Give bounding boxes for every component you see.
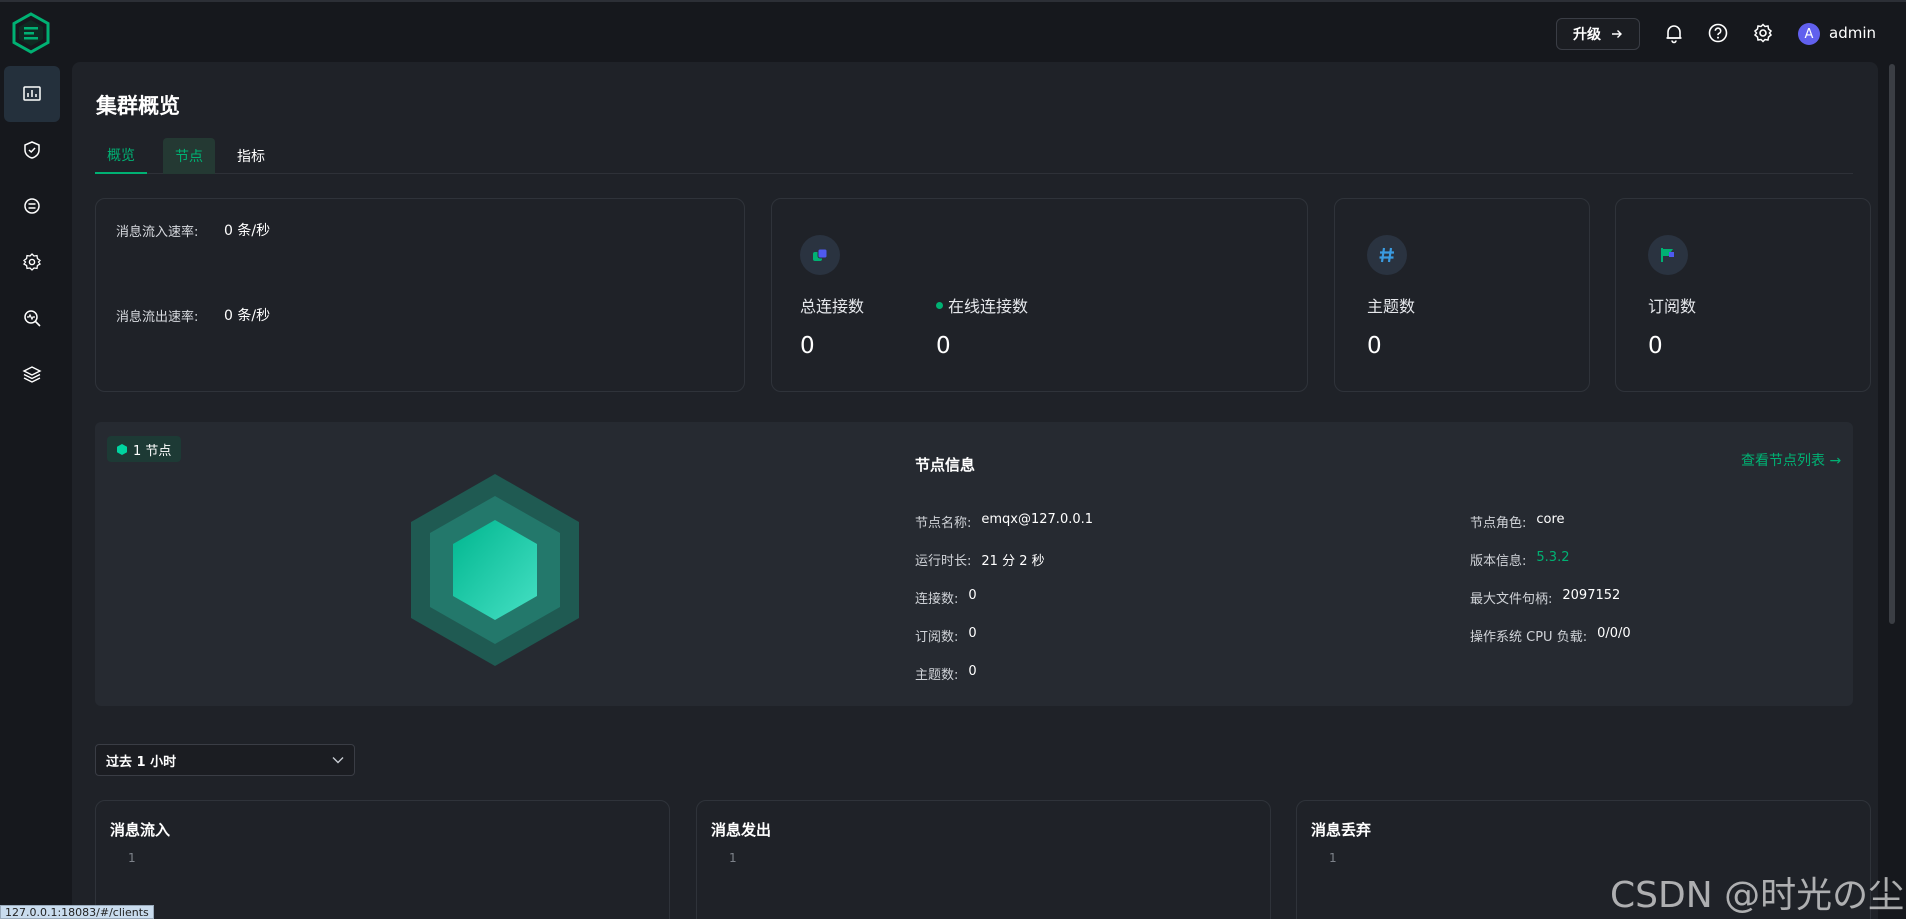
- dashboard-chart-icon: [23, 86, 41, 101]
- subscriptions-card: 订阅数 0: [1615, 198, 1871, 392]
- max-fds-row: 最大文件句柄: 2097152: [1470, 588, 1620, 607]
- chevron-down-icon: [332, 757, 344, 764]
- version-key: 版本信息:: [1470, 554, 1527, 569]
- uptime-key: 运行时长:: [915, 554, 972, 569]
- status-bar-url: 127.0.0.1:18083/#/clients: [0, 905, 154, 919]
- subscriptions-key: 订阅数:: [915, 630, 959, 645]
- message-rate-card: 消息流入速率: 0 条/秒 消息流出速率: 0 条/秒: [95, 198, 745, 392]
- tab-overview[interactable]: 概览: [95, 138, 147, 174]
- total-connections-value: 0: [800, 333, 815, 359]
- subscription-flag-icon: [1648, 235, 1688, 275]
- upgrade-label: 升级: [1573, 27, 1601, 43]
- message-out-rate-value: 0 条/秒: [224, 308, 271, 324]
- top-bar: 升级 A admin: [0, 0, 1906, 62]
- hexagon-icon: [117, 443, 127, 455]
- arrow-right-icon: [1612, 30, 1622, 38]
- chart-title: 消息发出: [711, 821, 772, 839]
- connections-row: 连接数: 0: [915, 588, 977, 607]
- hash-icon: [1367, 235, 1407, 275]
- scrollbar-thumb[interactable]: [1889, 64, 1895, 624]
- chart-title: 消息丢弃: [1311, 821, 1372, 839]
- sidebar-item-management[interactable]: [4, 234, 60, 290]
- tab-metrics[interactable]: 指标: [225, 138, 277, 174]
- chart-card-sent: 消息发出 1: [696, 800, 1271, 919]
- node-count-label: 1 节点: [133, 443, 172, 459]
- message-out-rate-label: 消息流出速率:: [116, 310, 199, 325]
- version-row: 版本信息: 5.3.2: [1470, 550, 1569, 569]
- settings-gear-icon[interactable]: [1752, 22, 1774, 44]
- connections-icon: [800, 235, 840, 275]
- message-in-rate-value: 0 条/秒: [224, 223, 271, 239]
- sidebar-item-access-control[interactable]: [4, 122, 60, 178]
- main-content: 集群概览 概览 节点 指标 消息流入速率: 0 条/秒 消息流出速率: 0 条/…: [72, 62, 1878, 919]
- online-connections-value: 0: [936, 333, 951, 359]
- page-scrollbar[interactable]: [1886, 62, 1898, 919]
- topics-key: 主题数:: [915, 668, 959, 683]
- chart-y-tick: 1: [128, 851, 136, 865]
- uptime-row: 运行时长: 21 分 2 秒: [915, 550, 1045, 569]
- chart-y-tick: 1: [1329, 851, 1337, 865]
- username[interactable]: admin: [1829, 24, 1876, 42]
- view-node-list-link[interactable]: 查看节点列表 →: [1741, 450, 1841, 470]
- node-name-key: 节点名称:: [915, 516, 972, 531]
- subscriptions-row: 订阅数: 0: [915, 626, 977, 645]
- version-value[interactable]: 5.3.2: [1536, 550, 1569, 569]
- node-count-badge[interactable]: 1 节点: [107, 436, 182, 462]
- time-range-select[interactable]: 过去 1 小时: [95, 744, 355, 776]
- topics-label: 主题数: [1367, 297, 1416, 316]
- topics-value: 0: [1367, 333, 1382, 359]
- node-hexagon-icon[interactable]: [411, 474, 579, 666]
- max-fds-key: 最大文件句柄:: [1470, 592, 1553, 607]
- tab-nodes[interactable]: 节点: [163, 138, 215, 174]
- topics-row-value: 0: [968, 664, 977, 679]
- online-connections-label-wrap: 在线连接数: [936, 293, 1028, 317]
- cpu-load-row: 操作系统 CPU 负载: 0/0/0: [1470, 626, 1631, 645]
- sidebar-item-dashboard[interactable]: [4, 66, 60, 122]
- integration-icon: [24, 198, 40, 214]
- emqx-logo-icon[interactable]: [10, 12, 52, 54]
- topics-card: 主题数 0: [1334, 198, 1590, 392]
- chart-title: 消息流入: [110, 821, 171, 839]
- diagnose-search-icon: [24, 310, 41, 327]
- node-name-row: 节点名称: emqx@127.0.0.1: [915, 512, 1093, 531]
- node-role-key: 节点角色:: [1470, 516, 1527, 531]
- bell-icon[interactable]: [1663, 22, 1685, 44]
- sidebar-item-integration[interactable]: [4, 178, 60, 234]
- page-title: 集群概览: [96, 94, 180, 118]
- settings-gear-icon: [23, 253, 41, 271]
- connections-value: 0: [968, 588, 977, 603]
- online-status-dot-icon: [936, 301, 943, 309]
- node-info-title: 节点信息: [915, 456, 976, 474]
- message-in-rate-label: 消息流入速率:: [116, 225, 199, 240]
- upgrade-button[interactable]: 升级: [1556, 18, 1640, 50]
- time-range-value: 过去 1 小时: [106, 754, 177, 770]
- tab-bar: 概览 节点 指标: [95, 138, 1853, 174]
- connections-key: 连接数:: [915, 592, 959, 607]
- avatar[interactable]: A: [1798, 23, 1820, 45]
- total-connections-label: 总连接数: [800, 297, 865, 316]
- shield-check-icon: [24, 141, 40, 159]
- sidebar-item-diagnose[interactable]: [4, 290, 60, 346]
- chart-y-tick: 1: [729, 851, 737, 865]
- subscriptions-row-value: 0: [968, 626, 977, 641]
- connections-card: 总连接数 0 在线连接数 0: [771, 198, 1308, 392]
- node-name-value: emqx@127.0.0.1: [981, 512, 1094, 527]
- online-connections-label: 在线连接数: [948, 297, 1029, 316]
- layers-icon: [22, 366, 42, 383]
- node-role-value: core: [1536, 512, 1565, 527]
- subscriptions-label: 订阅数: [1648, 297, 1697, 316]
- node-role-row: 节点角色: core: [1470, 512, 1565, 531]
- chart-card-received: 消息流入 1: [95, 800, 670, 919]
- sidebar-item-plugins[interactable]: [4, 346, 60, 402]
- node-panel: 1 节点 节点信息 查看节点列表 → 节点名称: emqx@127.0.0.1 …: [95, 422, 1853, 706]
- cpu-load-value: 0/0/0: [1597, 626, 1631, 641]
- watermark: CSDN @时光の尘: [1610, 875, 1905, 916]
- max-fds-value: 2097152: [1562, 588, 1621, 603]
- uptime-value: 21 分 2 秒: [981, 554, 1045, 569]
- topics-row: 主题数: 0: [915, 664, 977, 683]
- help-icon[interactable]: [1707, 22, 1729, 44]
- subscriptions-value: 0: [1648, 333, 1663, 359]
- cpu-load-key: 操作系统 CPU 负载:: [1470, 630, 1588, 645]
- sidebar: [0, 62, 66, 919]
